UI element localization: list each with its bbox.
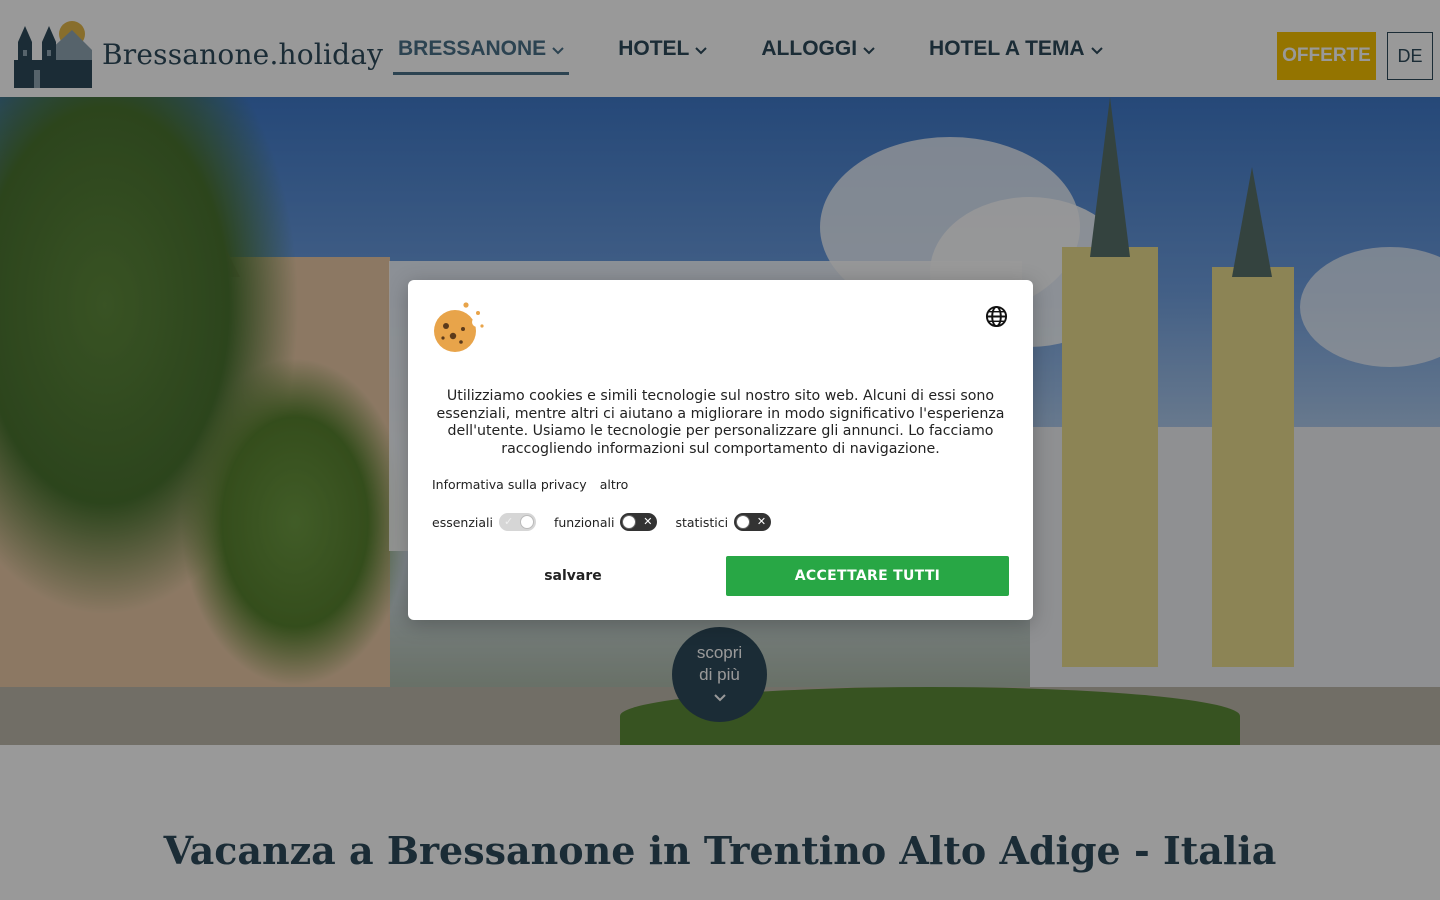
cookie-description: Utilizziamo cookies e simili tecnologie … bbox=[436, 388, 1005, 457]
functional-switch[interactable]: ✕ bbox=[620, 513, 658, 531]
globe-icon[interactable] bbox=[985, 305, 1008, 332]
close-icon: ✕ bbox=[756, 515, 767, 528]
more-link[interactable]: altro bbox=[600, 477, 629, 492]
cookie-consent-modal: Utilizziamo cookies e simili tecnologie … bbox=[408, 280, 1033, 620]
cookie-toggles: essenziali ✓ funzionali ✕ statistici ✕ bbox=[432, 513, 789, 531]
statistics-switch[interactable]: ✕ bbox=[734, 513, 772, 531]
accept-all-button[interactable]: ACCETTARE TUTTI bbox=[726, 556, 1009, 596]
switch-knob bbox=[519, 515, 534, 529]
switch-knob bbox=[736, 515, 751, 529]
toggle-statistics: statistici ✕ bbox=[675, 513, 772, 531]
toggle-label: essenziali bbox=[432, 514, 493, 530]
cookie-links: Informativa sulla privacy altro bbox=[432, 477, 641, 492]
toggle-label: statistici bbox=[675, 514, 729, 530]
close-icon: ✕ bbox=[643, 515, 653, 528]
check-icon: ✓ bbox=[503, 515, 514, 528]
essential-switch[interactable]: ✓ bbox=[498, 513, 536, 531]
switch-knob bbox=[622, 515, 637, 529]
cookie-icon bbox=[431, 302, 485, 360]
privacy-policy-link[interactable]: Informativa sulla privacy bbox=[432, 477, 587, 492]
toggle-functional: funzionali ✕ bbox=[553, 513, 658, 531]
toggle-essential: essenziali ✓ bbox=[432, 513, 536, 531]
toggle-label: funzionali bbox=[553, 514, 615, 530]
save-button[interactable]: salvare bbox=[432, 556, 714, 596]
